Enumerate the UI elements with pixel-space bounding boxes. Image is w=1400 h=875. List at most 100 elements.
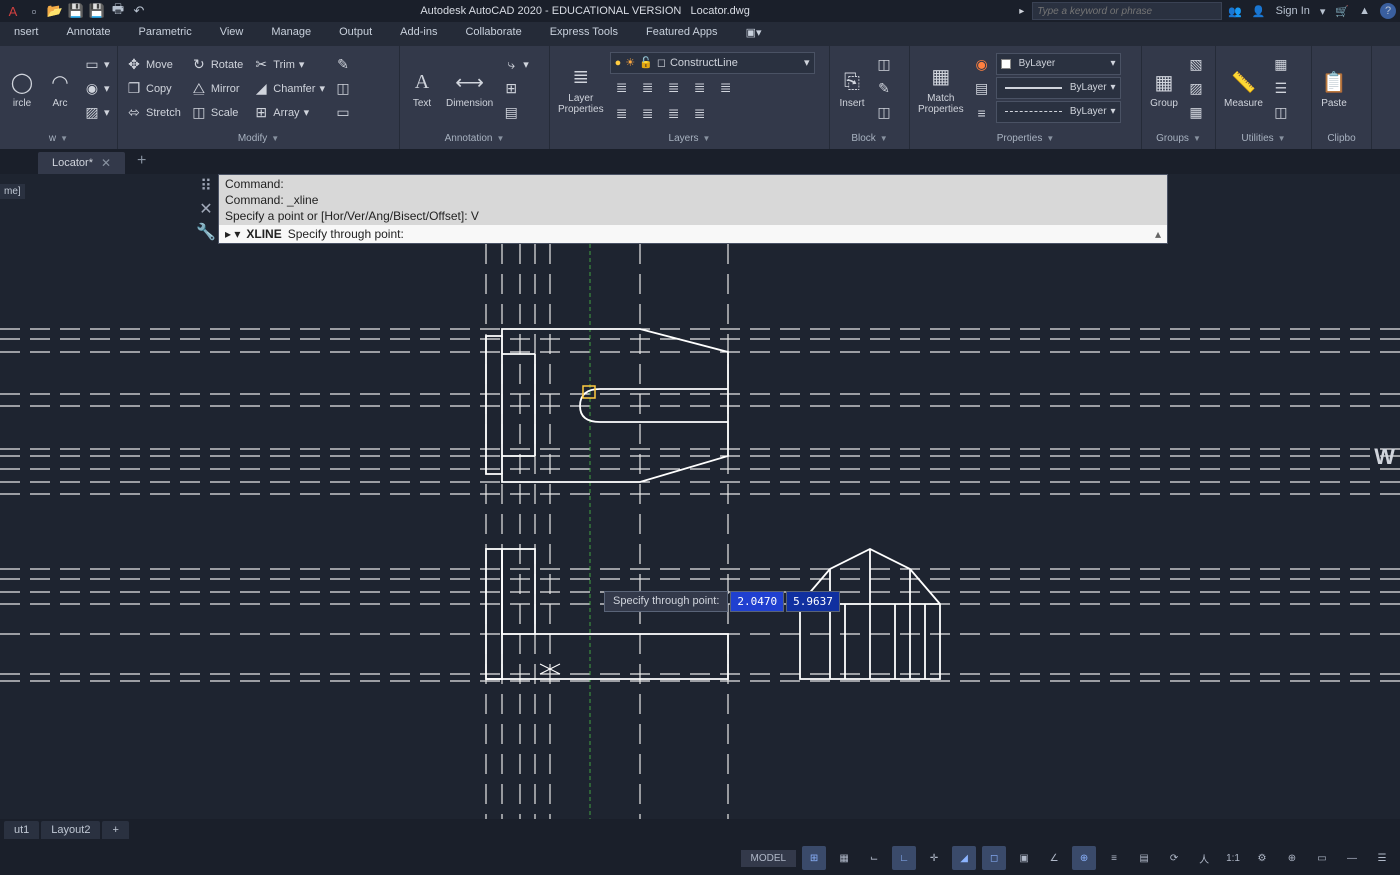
layer-tool6[interactable]: ≣ <box>610 102 634 126</box>
extra3-button[interactable]: ▭ <box>331 101 355 125</box>
layout-tab-1[interactable]: ut1 <box>4 821 39 839</box>
max-toggle[interactable]: ▭ <box>1310 846 1334 870</box>
file-tab-locator[interactable]: Locator* ✕ <box>38 152 125 174</box>
workspace-toggle[interactable]: ⊕ <box>1280 846 1304 870</box>
lwt-toggle[interactable]: ≡ <box>1102 846 1126 870</box>
layout-tab-add[interactable]: + <box>102 821 128 839</box>
circle-button[interactable]: ◯ ircle <box>4 66 40 111</box>
panel-layers-label[interactable]: Layers▼ <box>554 129 825 147</box>
stretch-button[interactable]: ⬄Stretch <box>122 101 185 125</box>
text-button[interactable]: AText <box>404 66 440 111</box>
save-icon[interactable]: 💾 <box>67 2 85 20</box>
hw-toggle[interactable]: — <box>1340 846 1364 870</box>
layout-tab-2[interactable]: Layout2 <box>41 821 100 839</box>
panel-block-label[interactable]: Block▼ <box>834 129 905 147</box>
gear-toggle[interactable]: ⚙ <box>1250 846 1274 870</box>
tab-insert[interactable]: nsert <box>0 22 52 46</box>
scale-button[interactable]: ◫Scale <box>187 101 247 125</box>
layer-properties-button[interactable]: ≣ Layer Properties <box>554 61 608 117</box>
list-button[interactable]: ≡ <box>970 101 994 125</box>
layer-tool2[interactable]: ≣ <box>636 76 660 100</box>
mirror-button[interactable]: ⧋Mirror <box>187 77 247 101</box>
util2-button[interactable]: ☰ <box>1269 77 1293 101</box>
tab-express[interactable]: Express Tools <box>536 22 632 46</box>
grip-icon[interactable]: ⠿ <box>200 176 212 196</box>
transparency-button[interactable]: ▤ <box>970 77 994 101</box>
util3-button[interactable]: ◫ <box>1269 101 1293 125</box>
trim-button[interactable]: ✂Trim▾ <box>249 53 329 77</box>
extra1-button[interactable]: ✎ <box>331 53 355 77</box>
sign-in-button[interactable]: Sign In <box>1276 5 1310 17</box>
grid-toggle[interactable]: ⊞ <box>802 846 826 870</box>
panel-draw-label[interactable]: w▼ <box>4 129 113 147</box>
layer-tool8[interactable]: ≣ <box>662 102 686 126</box>
tab-output[interactable]: Output <box>325 22 386 46</box>
move-button[interactable]: ✥Move <box>122 53 185 77</box>
table-button[interactable]: ⊞ <box>499 77 533 101</box>
panel-utilities-label[interactable]: Utilities▼ <box>1220 129 1307 147</box>
tab-view[interactable]: View <box>206 22 258 46</box>
user-icon[interactable]: 👤 <box>1252 5 1266 18</box>
rotate-button[interactable]: ↻Rotate <box>187 53 247 77</box>
panel-properties-label[interactable]: Properties▼ <box>914 129 1137 147</box>
otrack-toggle[interactable]: ∠ <box>1042 846 1066 870</box>
panel-modify-label[interactable]: Modify▼ <box>122 129 395 147</box>
ortho-toggle[interactable]: ∟ <box>892 846 916 870</box>
3dosnap-toggle[interactable]: ▣ <box>1012 846 1036 870</box>
insert-button[interactable]: ⎘Insert <box>834 66 870 111</box>
polar-toggle[interactable]: ✛ <box>922 846 946 870</box>
create-block-button[interactable]: ◫ <box>872 53 896 77</box>
new-icon[interactable]: ▫ <box>25 2 43 20</box>
hatch-button[interactable]: ▨▾ <box>80 101 114 125</box>
trans-toggle[interactable]: ▤ <box>1132 846 1156 870</box>
layer-tool7[interactable]: ≣ <box>636 102 660 126</box>
wrench-icon[interactable]: 🔧 <box>196 222 216 242</box>
extra2-button[interactable]: ◫ <box>331 77 355 101</box>
layer-dropdown[interactable]: ● ☀ 🔓 ◻ ConstructLine ▾ <box>610 52 815 74</box>
iso-toggle[interactable]: ◢ <box>952 846 976 870</box>
app-icon[interactable]: ▲ <box>1359 5 1370 17</box>
leader-button[interactable]: ⤷▾ <box>499 53 533 77</box>
help-icon[interactable]: ? <box>1380 3 1396 19</box>
arc-button[interactable]: ◠ Arc <box>42 66 78 111</box>
dimension-button[interactable]: ⟷Dimension <box>442 66 497 111</box>
command-window-handle[interactable]: ⠿ ✕ 🔧 <box>193 175 219 243</box>
drawing-canvas[interactable]: me] <box>0 174 1400 835</box>
color-wheel-button[interactable]: ◉ <box>970 53 994 77</box>
tab-collaborate[interactable]: Collaborate <box>451 22 535 46</box>
linetype-dropdown[interactable]: ByLayer▾ <box>996 101 1121 123</box>
layer-tool5[interactable]: ≣ <box>714 76 738 100</box>
saveas-icon[interactable]: 💾 <box>88 2 106 20</box>
panel-groups-label[interactable]: Groups▼ <box>1146 129 1211 147</box>
command-window[interactable]: ⠿ ✕ 🔧 Command: Command: _xline Specify a… <box>218 174 1168 244</box>
tab-addins[interactable]: Add-ins <box>386 22 451 46</box>
dyn-toggle[interactable]: ⊕ <box>1072 846 1096 870</box>
cycling-toggle[interactable]: ⟳ <box>1162 846 1186 870</box>
panel-annotation-label[interactable]: Annotation▼ <box>404 129 545 147</box>
close-cmd-icon[interactable]: ✕ <box>199 199 212 219</box>
group-sel-button[interactable]: ▦ <box>1184 101 1208 125</box>
new-tab-button[interactable]: + <box>127 148 156 174</box>
panel-clipboard-label[interactable]: Clipbo <box>1316 129 1367 147</box>
plot-icon[interactable]: 🖶 <box>109 2 127 20</box>
tab-parametric[interactable]: Parametric <box>125 22 206 46</box>
layer-tool1[interactable]: ≣ <box>610 76 634 100</box>
model-space-button[interactable]: MODEL <box>741 850 797 867</box>
ellipse-button[interactable]: ◉▾ <box>80 77 114 101</box>
group-button[interactable]: ▦Group <box>1146 66 1182 111</box>
app-logo-icon[interactable]: A <box>4 2 22 20</box>
copy-button[interactable]: ❐Copy <box>122 77 185 101</box>
osnap-toggle[interactable]: ◻ <box>982 846 1006 870</box>
help-search-input[interactable] <box>1032 2 1222 20</box>
undo-icon[interactable]: ↶ <box>130 2 148 20</box>
paste-button[interactable]: 📋Paste <box>1316 66 1352 111</box>
tab-manage[interactable]: Manage <box>257 22 325 46</box>
ungroup-button[interactable]: ▧ <box>1184 53 1208 77</box>
cart-icon[interactable]: 🛒 <box>1335 5 1349 18</box>
anno-toggle[interactable]: 人 <box>1192 846 1216 870</box>
layer-tool3[interactable]: ≣ <box>662 76 686 100</box>
mtext-button[interactable]: ▤ <box>499 101 533 125</box>
rect-button[interactable]: ▭▾ <box>80 53 114 77</box>
tab-featured[interactable]: Featured Apps <box>632 22 732 46</box>
measure-button[interactable]: 📏Measure <box>1220 66 1267 111</box>
